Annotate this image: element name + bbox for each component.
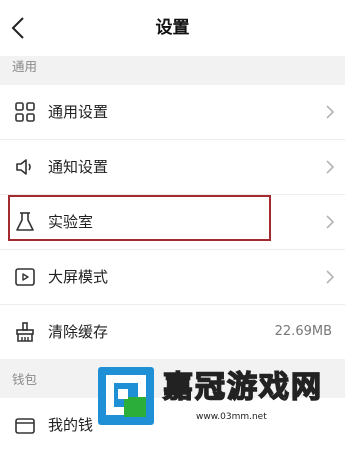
watermark-logo: [98, 367, 154, 425]
watermark-title: 嘉冠游戏网: [162, 369, 323, 406]
settings-row-label: 通用设置: [48, 103, 109, 121]
settings-row-clear-cache[interactable]: 清除缓存 22.69MB: [0, 305, 345, 359]
speaker-icon: [16, 159, 31, 175]
settings-row-label: 大屏模式: [48, 268, 109, 286]
broom-icon: [16, 322, 34, 342]
grid-icon: [15, 102, 35, 122]
chevron-right-icon: [326, 160, 335, 174]
watermark-logo-icon: [106, 375, 146, 417]
settings-row-general[interactable]: 通用设置: [0, 85, 345, 139]
section-label-general: 通用: [12, 59, 38, 74]
settings-row-notifications[interactable]: 通知设置: [0, 140, 345, 194]
chevron-right-icon: [326, 215, 335, 229]
settings-row-label: 我的钱: [48, 416, 94, 434]
section-label-wallet: 钱包: [12, 372, 38, 387]
chevron-right-icon: [326, 270, 335, 284]
play-screen-icon: [15, 268, 35, 286]
settings-row-label: 清除缓存: [48, 323, 109, 341]
wallet-icon: [15, 418, 35, 434]
settings-row-label: 通知设置: [48, 158, 109, 176]
page-title: 设置: [155, 18, 190, 38]
watermark-url: www.03mm.net: [196, 412, 267, 422]
settings-row-big-screen[interactable]: 大屏模式: [0, 250, 345, 304]
highlight-box: [8, 195, 271, 241]
top-bar: 设置: [0, 0, 345, 56]
chevron-right-icon: [326, 105, 335, 119]
cache-size-value: 22.69MB: [274, 324, 332, 339]
